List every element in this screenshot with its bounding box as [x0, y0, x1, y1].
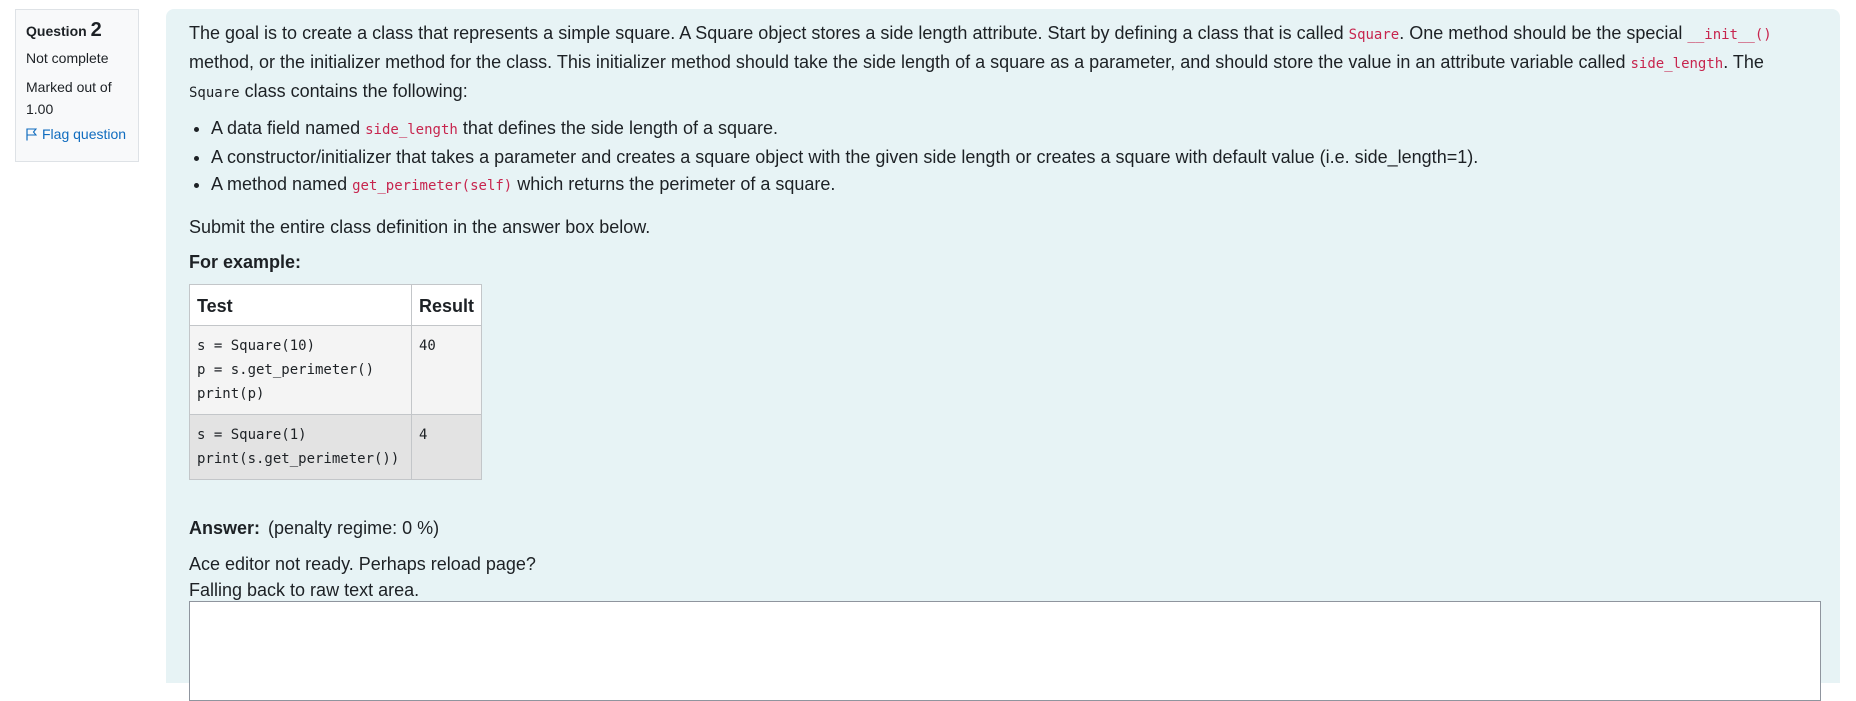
question-number-value: 2 [90, 19, 102, 41]
answer-heading: Answer: (penalty regime: 0 %) [189, 518, 439, 539]
result-cell: 40 [410, 325, 483, 415]
code-side-length: side_length [1630, 56, 1724, 72]
penalty-regime: (penalty regime: 0 %) [268, 518, 440, 538]
flag-icon [26, 127, 37, 140]
intro-text-3: method, or the initializer method for th… [189, 52, 1631, 72]
question-state: Not complete [26, 50, 109, 66]
bullet2-text: A constructor/initializer that takes a p… [211, 147, 1479, 167]
code-square: Square [1348, 27, 1400, 43]
question-info-panel: Question 2 Not complete Marked out of 1.… [15, 9, 139, 162]
intro-text-4: . The [1723, 52, 1764, 72]
examples-table: Test Result s = Square(10) p = s.get_per… [189, 284, 483, 480]
intro-text-2: . One method should be the special [1399, 23, 1688, 43]
requirements-list: A data field named side_length that defi… [189, 115, 1819, 200]
list-item: A data field named side_length that defi… [211, 115, 1819, 144]
editor-not-ready-text: Ace editor not ready. Perhaps reload pag… [189, 554, 536, 574]
column-header-result: Result [410, 284, 483, 326]
result-cell: 4 [410, 414, 483, 480]
submit-instruction: Submit the entire class definition in th… [189, 217, 651, 237]
flag-question-label: Flag question [42, 126, 127, 142]
intro-paragraph: The goal is to create a class that repre… [189, 20, 1819, 107]
for-example-heading: For example: [189, 252, 302, 272]
table-row: s = Square(1) print(s.get_perimeter()) 4 [189, 414, 483, 480]
bullet3-text-b: which returns the perimeter of a square. [512, 174, 836, 194]
bullet3-code: get_perimeter(self) [352, 178, 513, 194]
bullet1-text-b: that defines the side length of a square… [457, 118, 779, 138]
flag-question-link[interactable]: Flag question [26, 126, 128, 142]
table-row: s = Square(10) p = s.get_perimeter() pri… [189, 325, 483, 415]
question-text: The goal is to create a class that repre… [189, 20, 1819, 276]
list-item: A constructor/initializer that takes a p… [211, 144, 1819, 171]
intro-text-5: class contains the following: [239, 81, 468, 101]
test-cell: s = Square(10) p = s.get_perimeter() pri… [189, 325, 412, 415]
editor-fallback-message: Ace editor not ready. Perhaps reload pag… [189, 551, 536, 603]
answer-textarea[interactable] [189, 601, 1821, 701]
question-number: Question 2 [26, 19, 128, 42]
test-cell: s = Square(1) print(s.get_perimeter()) [189, 414, 412, 480]
fallback-text: Falling back to raw text area. [189, 580, 420, 600]
grade-label: Marked out of [26, 79, 112, 95]
table-header-row: Test Result [189, 284, 483, 326]
intro-text-1: The goal is to create a class that repre… [189, 23, 1349, 43]
bullet1-code: side_length [365, 122, 458, 138]
bullet1-text-a: A data field named [211, 118, 366, 138]
question-label: Question [26, 23, 87, 39]
question-content: The goal is to create a class that repre… [166, 9, 1840, 701]
bullet3-text-a: A method named [211, 174, 353, 194]
answer-label: Answer: [189, 518, 261, 538]
column-header-test: Test [189, 284, 412, 326]
list-item: A method named get_perimeter(self) which… [211, 171, 1819, 200]
question-grade: Marked out of 1.00 [26, 76, 128, 120]
grade-value: 1.00 [26, 101, 54, 117]
code-init: __init__() [1687, 27, 1772, 43]
code-square-class: Square [189, 85, 240, 101]
